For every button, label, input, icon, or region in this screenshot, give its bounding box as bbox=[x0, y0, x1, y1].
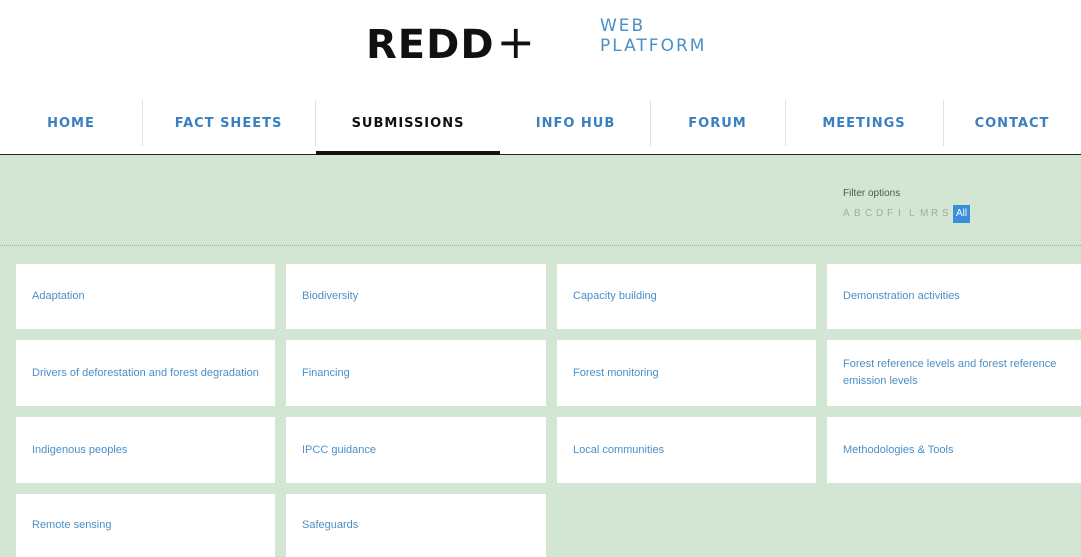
logo-plus-text: + bbox=[496, 15, 537, 69]
submissions-panel: Filter options A B C D F I L M R S All A… bbox=[0, 155, 1081, 557]
topic-safeguards[interactable]: Safeguards bbox=[286, 494, 546, 557]
logo-sub-line1: WEB bbox=[600, 16, 646, 36]
logo-sub-line2: PLATFORM bbox=[600, 36, 707, 56]
topic-local-communities[interactable]: Local communities bbox=[557, 417, 816, 483]
nav-forum[interactable]: FORUM bbox=[650, 100, 786, 146]
filter-letter-d[interactable]: D bbox=[876, 205, 887, 223]
topic-capacity-building[interactable]: Capacity building bbox=[557, 264, 816, 329]
nav-fact-sheets[interactable]: FACT SHEETS bbox=[142, 100, 316, 146]
nav-contact[interactable]: CONTACT bbox=[943, 92, 1081, 154]
nav-info-hub[interactable]: INFO HUB bbox=[501, 100, 651, 146]
topic-ipcc-guidance[interactable]: IPCC guidance bbox=[286, 417, 546, 483]
filter-letter-i[interactable]: I bbox=[898, 205, 909, 223]
filter-letter-b[interactable]: B bbox=[854, 205, 865, 223]
topic-forest-monitoring[interactable]: Forest monitoring bbox=[557, 340, 816, 406]
nav-home[interactable]: HOME bbox=[0, 100, 143, 146]
topic-forest-reference-levels[interactable]: Forest reference levels and forest refer… bbox=[827, 340, 1081, 406]
logo-main-text: REDD bbox=[366, 22, 495, 68]
topic-biodiversity[interactable]: Biodiversity bbox=[286, 264, 546, 329]
topic-remote-sensing[interactable]: Remote sensing bbox=[16, 494, 275, 557]
filter-options-label: Filter options bbox=[843, 188, 901, 199]
topic-adaptation[interactable]: Adaptation bbox=[16, 264, 275, 329]
nav-meetings[interactable]: MEETINGS bbox=[785, 100, 944, 146]
topic-financing[interactable]: Financing bbox=[286, 340, 546, 406]
logo-subtitle: WEB PLATFORM bbox=[600, 16, 706, 56]
filter-letter-r[interactable]: R bbox=[931, 205, 942, 223]
main-nav: HOME FACT SHEETS SUBMISSIONS INFO HUB FO… bbox=[0, 92, 1081, 155]
topic-demonstration-activities[interactable]: Demonstration activities bbox=[827, 264, 1081, 329]
filter-letter-s[interactable]: S bbox=[942, 205, 953, 223]
filter-divider bbox=[0, 245, 1081, 246]
filter-letter-m[interactable]: M bbox=[920, 205, 931, 223]
topic-indigenous-peoples[interactable]: Indigenous peoples bbox=[16, 417, 275, 483]
filter-all-button[interactable]: All bbox=[953, 205, 970, 223]
filter-letter-f[interactable]: F bbox=[887, 205, 898, 223]
filter-letter-c[interactable]: C bbox=[865, 205, 876, 223]
filter-letter-a[interactable]: A bbox=[843, 205, 854, 223]
letter-filter: A B C D F I L M R S All bbox=[843, 205, 970, 223]
filter-letter-l[interactable]: L bbox=[909, 205, 920, 223]
logo-title: REDD+ bbox=[366, 18, 536, 69]
nav-submissions[interactable]: SUBMISSIONS bbox=[315, 92, 501, 154]
site-logo[interactable]: REDD+ WEB PLATFORM bbox=[0, 14, 1081, 70]
topic-drivers-of-deforestation[interactable]: Drivers of deforestation and forest degr… bbox=[16, 340, 275, 406]
topic-methodologies-tools[interactable]: Methodologies & Tools bbox=[827, 417, 1081, 483]
